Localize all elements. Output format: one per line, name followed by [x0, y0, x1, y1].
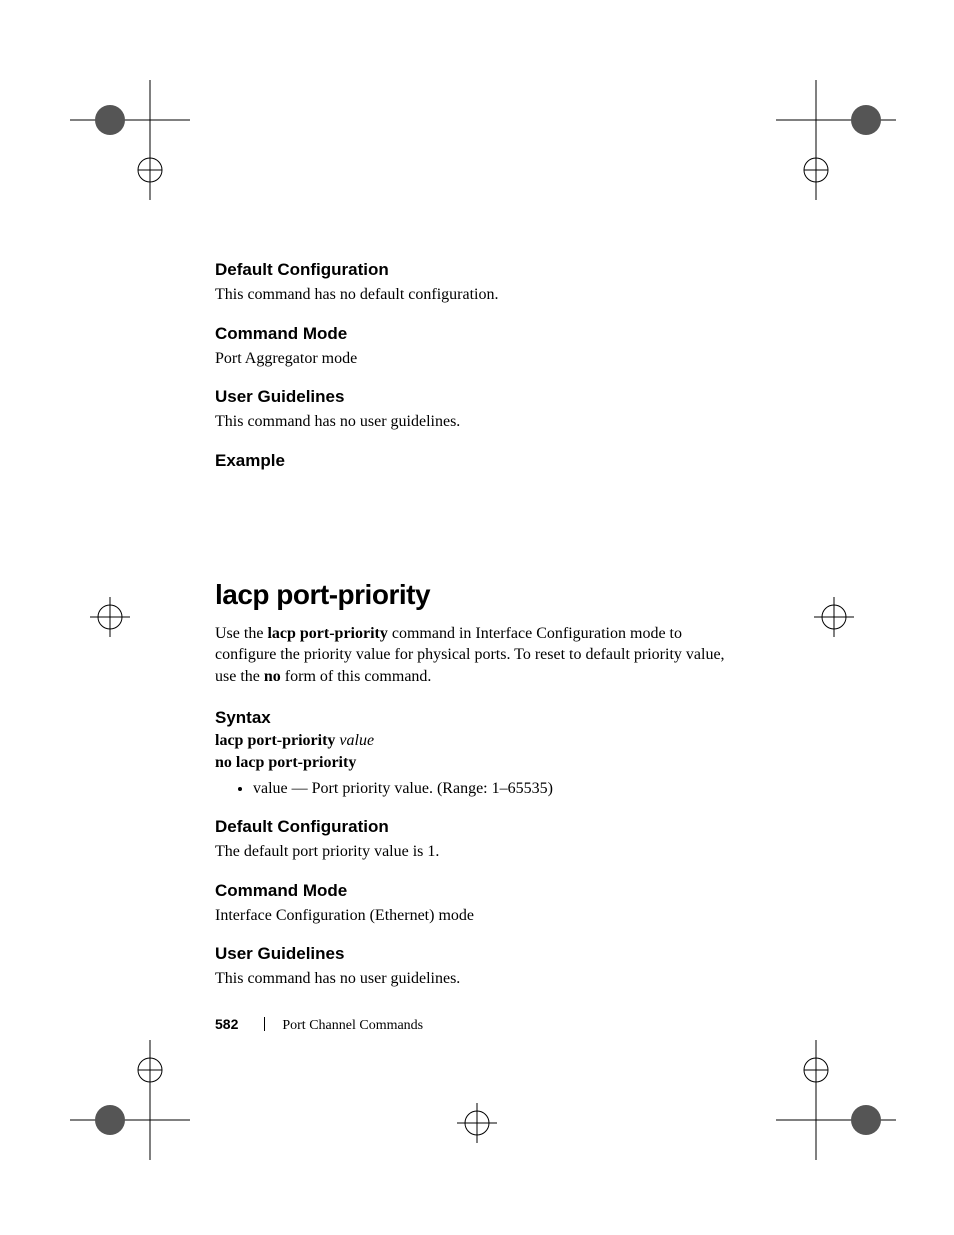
registration-mark-icon [776, 80, 896, 200]
heading-user-guidelines: User Guidelines [215, 387, 735, 407]
text-command-mode: Port Aggregator mode [215, 348, 735, 370]
registration-mark-icon [452, 1098, 502, 1148]
page: Default Configuration This command has n… [0, 0, 954, 1235]
intro-paragraph: Use the lacp port-priority command in In… [215, 623, 735, 688]
section-title: lacp port-priority [215, 579, 735, 611]
section-lacp-port-priority: lacp port-priority Use the lacp port-pri… [215, 579, 735, 990]
param-desc: — Port priority value. (Range: 1–65535) [288, 780, 553, 797]
text-default-config: This command has no default configuratio… [215, 284, 735, 306]
page-number: 582 [215, 1016, 238, 1032]
text: form of this command. [281, 668, 432, 685]
text-user-guidelines-2: This command has no user guidelines. [215, 968, 735, 990]
heading-syntax: Syntax [215, 708, 735, 728]
registration-mark-icon [85, 592, 135, 642]
registration-mark-icon [809, 592, 859, 642]
registration-mark-icon [776, 1040, 896, 1160]
content-area: Default Configuration This command has n… [215, 260, 735, 1008]
param-name: value [253, 780, 288, 797]
syntax-command: lacp port-priority [215, 732, 335, 749]
separator-icon [264, 1017, 265, 1031]
heading-command-mode: Command Mode [215, 324, 735, 344]
heading-user-guidelines-2: User Guidelines [215, 944, 735, 964]
heading-example: Example [215, 451, 735, 471]
text-user-guidelines: This command has no user guidelines. [215, 411, 735, 433]
registration-mark-icon [70, 1040, 190, 1160]
page-footer: 582 Port Channel Commands [215, 1016, 423, 1034]
parameter-item: value — Port priority value. (Range: 1–6… [253, 778, 735, 800]
heading-default-config: Default Configuration [215, 260, 735, 280]
syntax-no-line: no lacp port-priority [215, 754, 735, 772]
text-command-mode-2: Interface Configuration (Ethernet) mode [215, 905, 735, 927]
syntax-arg: value [339, 732, 374, 749]
text-default-config-2: The default port priority value is 1. [215, 841, 735, 863]
text: Use the [215, 625, 267, 642]
syntax-no: no lacp port-priority [215, 754, 356, 771]
keyword-no: no [264, 668, 281, 685]
syntax-line: lacp port-priority value [215, 732, 735, 750]
parameter-list: value — Port priority value. (Range: 1–6… [215, 778, 735, 800]
heading-default-config-2: Default Configuration [215, 817, 735, 837]
footer-section-name: Port Channel Commands [282, 1018, 423, 1033]
registration-mark-icon [70, 80, 190, 200]
command-name: lacp port-priority [267, 625, 387, 642]
heading-command-mode-2: Command Mode [215, 881, 735, 901]
